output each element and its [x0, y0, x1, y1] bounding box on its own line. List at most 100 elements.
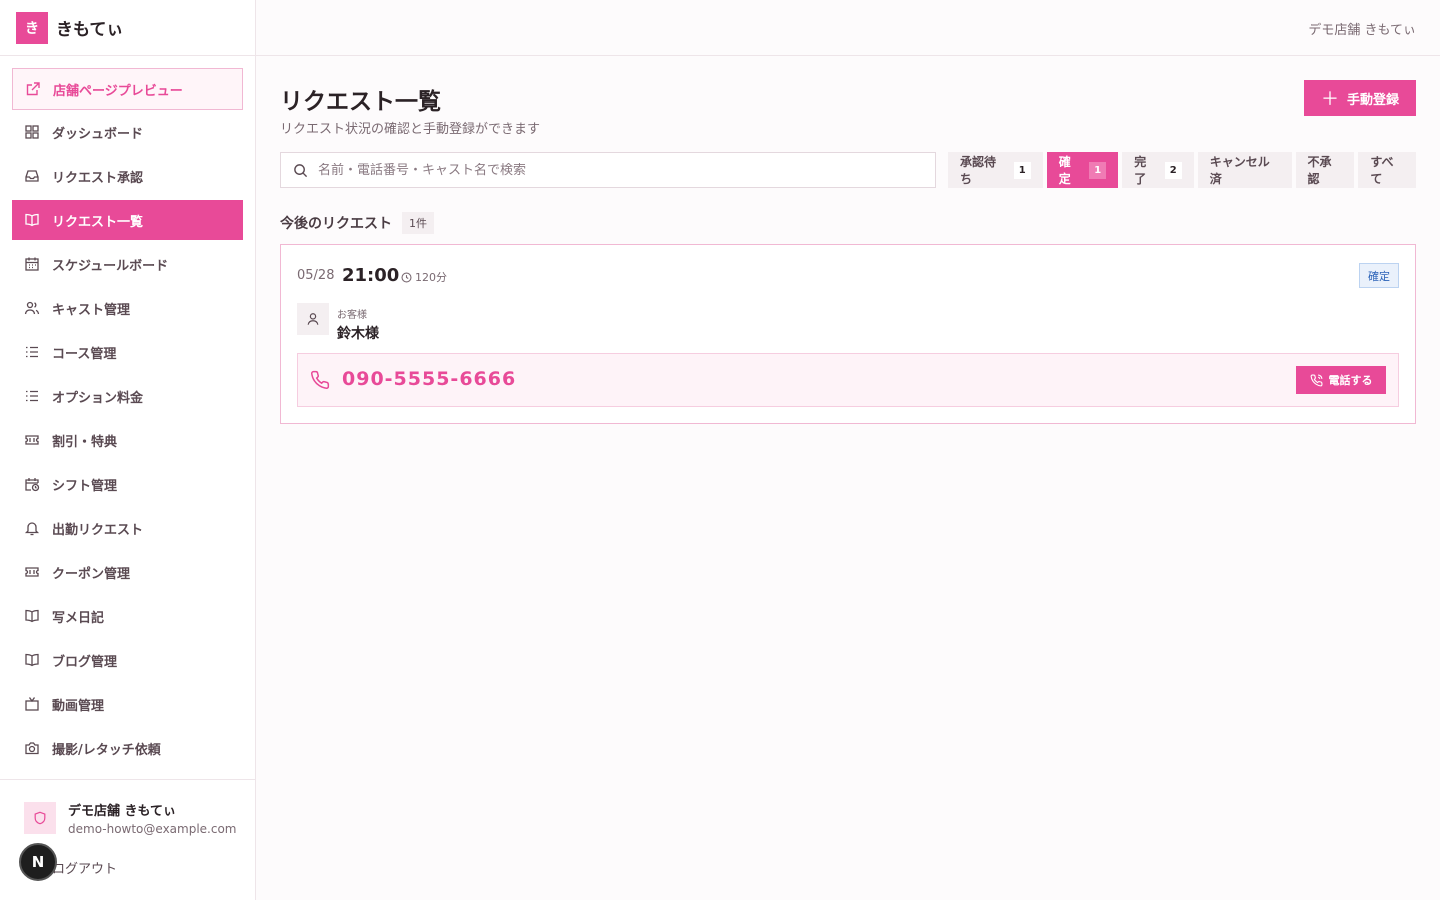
sidebar-item-8[interactable]: シフト管理	[12, 464, 243, 504]
sidebar-item-5[interactable]: コース管理	[12, 332, 243, 372]
sidebar-item-label: 出勤リクエスト	[52, 522, 144, 538]
page-title: リクエスト一覧	[280, 89, 441, 115]
account-info: デモ店舗 きもてぃ demo-howto@example.com	[24, 800, 255, 836]
sidebar-item-label: ブログ管理	[52, 654, 118, 670]
brand-name: きもてぃ	[56, 20, 124, 40]
filter-count: 1	[1013, 161, 1031, 179]
request-card[interactable]: 05/28 21:00 120分 確定 お客様 鈴木様 090-5555-666…	[280, 244, 1416, 424]
sidebar-item-label: リクエスト承認	[52, 170, 144, 186]
shield-icon	[34, 811, 46, 825]
filter-label: すべて	[1370, 155, 1394, 186]
phone-icon	[311, 370, 330, 389]
sidebar-item-label: スケジュールボード	[52, 258, 169, 274]
filter-tab-3[interactable]: キャンセル済	[1197, 152, 1292, 188]
external-link-icon	[25, 81, 41, 97]
sidebar-item-0[interactable]: ダッシュボード	[12, 112, 243, 152]
request-date: 05/28	[297, 268, 335, 283]
store-avatar	[24, 802, 56, 834]
section-title: 今後のリクエスト	[280, 216, 392, 232]
sidebar-item-13[interactable]: 動画管理	[12, 684, 243, 724]
filter-tab-2[interactable]: 完了 2	[1122, 152, 1194, 188]
plus-icon: ＋	[1320, 89, 1339, 110]
filter-label: 確定	[1058, 155, 1071, 186]
phone-number[interactable]: 090-5555-6666	[342, 368, 516, 390]
sidebar-item-3[interactable]: スケジュールボード	[12, 244, 243, 284]
sidebar-item-6[interactable]: オプション料金	[12, 376, 243, 416]
account-email: demo-howto@example.com	[68, 822, 237, 836]
top-bar: デモ店舗 きもてぃ	[256, 0, 1440, 56]
user-icon	[307, 313, 319, 325]
filter-label: 承認待ち	[960, 155, 997, 186]
ticket-icon	[24, 564, 40, 580]
sidebar-item-1[interactable]: リクエスト承認	[12, 156, 243, 196]
phone-call-icon	[1310, 374, 1322, 386]
sidebar-item-11[interactable]: 写メ日記	[12, 596, 243, 636]
sidebar-item-2[interactable]: リクエスト一覧	[12, 200, 243, 240]
account-store-name: デモ店舗 きもてぃ	[68, 804, 177, 819]
filter-label: キャンセル済	[1209, 155, 1270, 186]
phone-box: 090-5555-6666 電話する	[297, 353, 1399, 407]
customer-avatar	[297, 303, 329, 335]
users-icon	[24, 300, 40, 316]
manual-register-button[interactable]: ＋ 手動登録	[1304, 80, 1416, 116]
filter-tab-4[interactable]: 不承認	[1295, 152, 1355, 188]
logout-label: ログアウト	[52, 862, 118, 877]
book-icon	[24, 212, 40, 228]
ticket-icon	[24, 432, 40, 448]
sidebar-item-label: ダッシュボード	[52, 126, 144, 142]
search-input[interactable]	[318, 162, 898, 178]
status-filters: 承認待ち 1 確定 1 完了 2 キャンセル済 不承認 すべて	[948, 152, 1416, 188]
sidebar-item-label: 割引・特典	[52, 434, 118, 450]
sidebar-item-10[interactable]: クーポン管理	[12, 552, 243, 592]
call-button[interactable]: 電話する	[1296, 366, 1386, 394]
filter-tab-1[interactable]: 確定 1	[1046, 152, 1119, 188]
store-page-preview-button[interactable]: 店舗ページプレビュー	[12, 68, 243, 110]
filter-label: 不承認	[1307, 155, 1332, 186]
filter-count: 1	[1089, 161, 1107, 179]
section-count: 1件	[402, 212, 434, 234]
sidebar-item-14[interactable]: 撮影/レタッチ依頼	[12, 728, 243, 768]
logout-button[interactable]: ログアウト	[24, 858, 255, 877]
filter-label: 完了	[1134, 155, 1147, 186]
tv-icon	[24, 696, 40, 712]
search-box[interactable]	[280, 152, 936, 188]
list-icon	[24, 388, 40, 404]
inbox-icon	[24, 168, 40, 184]
dev-tools-badge[interactable]: N	[19, 843, 57, 881]
sidebar-item-label: クーポン管理	[52, 566, 131, 582]
clock-icon	[401, 271, 412, 283]
sidebar-item-7[interactable]: 割引・特典	[12, 420, 243, 460]
sidebar-nav: 店舗ページプレビュー ダッシュボード リクエスト承認リクエスト一覧スケジュールボー…	[0, 56, 255, 768]
request-duration: 120分	[401, 269, 447, 285]
sidebar-item-12[interactable]: ブログ管理	[12, 640, 243, 680]
filter-tab-5[interactable]: すべて	[1358, 152, 1416, 188]
filter-count: 2	[1164, 161, 1182, 179]
request-time: 21:00	[342, 265, 400, 286]
customer-label: お客様	[337, 310, 367, 321]
camera-icon	[24, 740, 40, 756]
calendar-clock-icon	[24, 476, 40, 492]
sidebar-item-label: オプション料金	[52, 390, 144, 406]
call-button-label: 電話する	[1328, 374, 1373, 387]
sidebar: き きもてぃ 店舗ページプレビュー ダッシュボード リクエスト承認リクエスト一覧ス…	[0, 0, 256, 900]
customer-name: 鈴木様	[337, 326, 379, 342]
sidebar-item-label: シフト管理	[52, 478, 118, 494]
sidebar-item-label: 写メ日記	[52, 610, 105, 626]
sidebar-item-label: 撮影/レタッチ依頼	[52, 742, 161, 758]
sidebar-item-label: キャスト管理	[52, 302, 131, 318]
sidebar-item-9[interactable]: 出勤リクエスト	[12, 508, 243, 548]
store-page-preview-label: 店舗ページプレビュー	[53, 83, 183, 99]
calendar-icon	[24, 256, 40, 272]
status-badge: 確定	[1359, 263, 1399, 288]
filter-tab-0[interactable]: 承認待ち 1	[948, 152, 1043, 188]
list-icon	[24, 344, 40, 360]
brand[interactable]: き きもてぃ	[0, 0, 255, 56]
sidebar-item-4[interactable]: キャスト管理	[12, 288, 243, 328]
sidebar-footer: デモ店舗 きもてぃ demo-howto@example.com ログアウト	[0, 779, 255, 900]
manual-register-label: 手動登録	[1346, 92, 1399, 108]
page-subtitle: リクエスト状況の確認と手動登録ができます	[280, 122, 541, 137]
sidebar-item-label: 動画管理	[52, 698, 105, 714]
bell-icon	[24, 520, 40, 536]
book-icon	[24, 652, 40, 668]
sidebar-item-label: コース管理	[52, 346, 117, 362]
